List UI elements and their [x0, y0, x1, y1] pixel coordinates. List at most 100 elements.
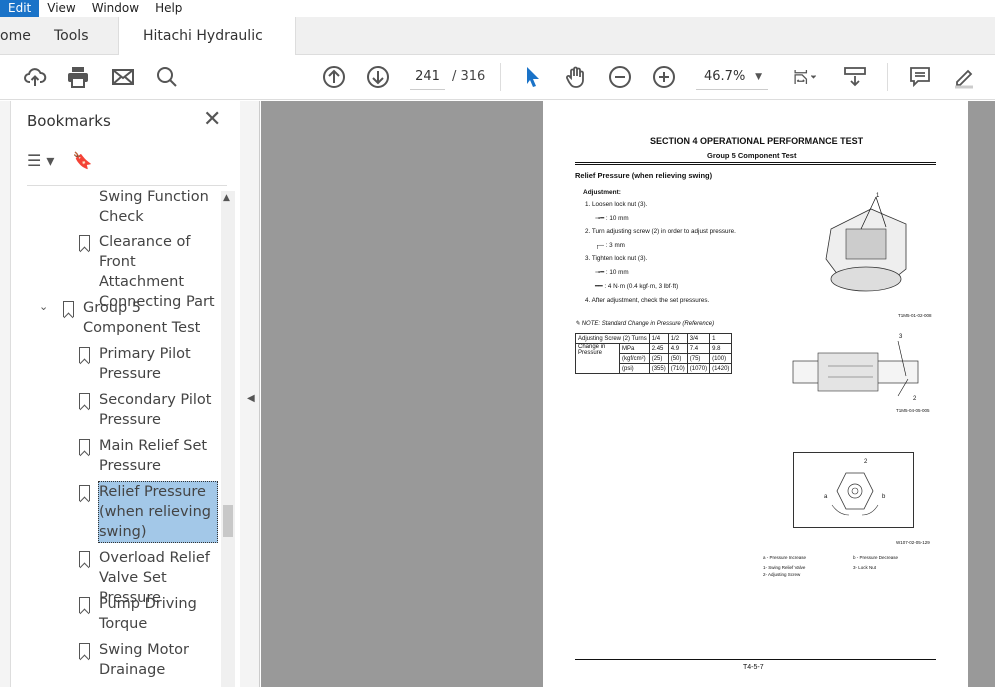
- bookmarks-title: Bookmarks: [27, 112, 111, 130]
- swing-motor-illustration: [825, 196, 907, 292]
- menu-bar: Edit View Window Help: [0, 0, 995, 17]
- table-cell: (25): [648, 353, 669, 364]
- table-row: Adjusting Screw (2) Turns 1/4 1/2 3/4 1: [575, 333, 733, 344]
- hex-key-icon: ┌─: [595, 242, 606, 249]
- tab-document[interactable]: Hitachi Hydraulic Ex...×: [118, 17, 296, 82]
- zoom-in-icon[interactable]: [651, 65, 677, 91]
- find-bookmark-icon[interactable]: 🔖: [72, 151, 92, 170]
- table-cell: (710): [667, 363, 688, 374]
- adjustment-label: Adjustment:: [583, 189, 621, 196]
- legend-item: b - Pressure Decrease: [853, 555, 899, 560]
- search-icon[interactable]: [154, 65, 180, 91]
- bookmark-secondary-pilot[interactable]: Secondary Pilot Pressure: [99, 390, 224, 430]
- step-3: 3. Tighten lock nut (3).: [585, 255, 648, 262]
- next-page-icon[interactable]: [365, 65, 391, 91]
- chevron-down-icon[interactable]: ⌄: [39, 300, 48, 313]
- callout: b: [882, 494, 886, 500]
- options-menu-icon[interactable]: ☰ ▾: [27, 151, 54, 170]
- bookmark-main-relief[interactable]: Main Relief Set Pressure: [99, 436, 224, 476]
- callout: a: [824, 494, 828, 500]
- torque-spec-text: : 4 N·m (0.4 kgf·m, 3 lbf·ft): [604, 283, 679, 290]
- table-cell: 2.45: [648, 343, 669, 354]
- callout: 3: [899, 334, 903, 340]
- pressure-table: Adjusting Screw (2) Turns 1/4 1/2 3/4 1 Chan…: [575, 333, 733, 374]
- bookmark-pump-driving-torque[interactable]: Pump Driving Torque: [99, 594, 224, 634]
- menu-window[interactable]: Window: [84, 0, 147, 17]
- step-2: 2. Turn adjusting screw (2) in order to …: [585, 228, 736, 235]
- bookmark-icon: [79, 235, 90, 251]
- figure-id: T1M5-04-05-005: [896, 408, 930, 413]
- page-footer: T4-5-7: [743, 664, 764, 671]
- print-icon[interactable]: [65, 65, 91, 91]
- callout: 1: [876, 193, 880, 199]
- bookmark-icon: [79, 597, 90, 613]
- page-number-input[interactable]: 241: [410, 66, 445, 90]
- hex-key-size-text: : 3 mm: [605, 242, 625, 249]
- wrench-size-text: : 10 mm: [605, 269, 629, 276]
- tab-bar: ome Tools Hitachi Hydraulic Ex...×: [0, 17, 995, 82]
- chevron-down-icon: ▼: [755, 72, 762, 82]
- tab-tools[interactable]: Tools: [54, 17, 89, 55]
- callout: 2: [864, 459, 868, 465]
- read-mode-icon[interactable]: [842, 65, 868, 91]
- document-view: SECTION 4 OPERATIONAL PERFORMANCE TEST G…: [261, 101, 995, 687]
- toolbar: 241 / 316 46.7% ▼: [0, 55, 995, 100]
- previous-page-icon[interactable]: [321, 65, 347, 91]
- wrench-size-text: : 10 mm: [605, 215, 629, 222]
- bookmarks-scrollbar[interactable]: ▲: [221, 191, 235, 687]
- table-cell: Adjusting Screw (2) Turns: [575, 333, 650, 344]
- select-cursor-icon[interactable]: [520, 65, 546, 91]
- bookmark-swing-motor-drainage[interactable]: Swing Motor Drainage: [99, 640, 224, 680]
- zoom-level-select[interactable]: 46.7% ▼: [696, 66, 768, 90]
- heading: Relief Pressure (when relieving swing): [575, 171, 713, 180]
- group-title: Group 5 Component Test: [707, 151, 797, 160]
- scroll-up-icon[interactable]: ▲: [223, 193, 230, 203]
- email-icon[interactable]: [110, 65, 136, 91]
- step-1: 1. Loosen lock nut (3).: [585, 201, 648, 208]
- tab-home[interactable]: ome: [0, 17, 31, 55]
- figure-id: W107-02-05-129: [896, 540, 930, 545]
- upload-cloud-icon[interactable]: [22, 65, 48, 91]
- navigation-pane: Bookmarks ✕ ☰ ▾ 🔖 Swing Function Check C…: [0, 101, 260, 687]
- table-cell: 1/2: [667, 333, 688, 344]
- bookmark-group-5[interactable]: Group 5 Component Test: [83, 298, 208, 338]
- table-cell: (1420): [709, 363, 733, 374]
- table-cell: 9.8: [709, 343, 733, 354]
- fit-page-icon[interactable]: [786, 65, 824, 91]
- section-title: SECTION 4 OPERATIONAL PERFORMANCE TEST: [650, 136, 864, 146]
- collapse-pane-icon[interactable]: ◀: [247, 393, 255, 404]
- bookmark-icon: [79, 551, 90, 567]
- bookmarks-panel: Bookmarks ✕ ☰ ▾ 🔖 Swing Function Check C…: [10, 101, 240, 687]
- pdf-page: SECTION 4 OPERATIONAL PERFORMANCE TEST G…: [543, 101, 968, 687]
- zoom-level-value: 46.7%: [704, 69, 746, 84]
- table-cell: (psi): [619, 363, 650, 374]
- note: ✎ NOTE: Standard Change in Pressure (Ref…: [575, 320, 714, 327]
- legend-item: 1- Swing Relief Valve: [763, 565, 806, 570]
- callout: 2: [913, 396, 917, 402]
- wrench-size-2: ⊸━ : 10 mm: [595, 269, 629, 276]
- hand-tool-icon[interactable]: [563, 65, 589, 91]
- zoom-out-icon[interactable]: [607, 65, 633, 91]
- menu-edit[interactable]: Edit: [0, 0, 40, 17]
- table-cell: 3/4: [686, 333, 711, 344]
- note-text: NOTE: Standard Change in Pressure (Refer…: [581, 321, 715, 327]
- menu-help[interactable]: Help: [147, 0, 190, 17]
- bookmark-primary-pilot[interactable]: Primary Pilot Pressure: [99, 344, 224, 384]
- close-icon[interactable]: ✕: [203, 107, 221, 132]
- bookmark-icon: [79, 643, 90, 659]
- bookmark-icon: [79, 393, 90, 409]
- table-cell: (100): [709, 353, 733, 364]
- table-cell: 1: [709, 333, 733, 344]
- bookmark-tools: ☰ ▾ 🔖: [27, 151, 92, 170]
- table-cell: (50): [667, 353, 688, 364]
- menu-view[interactable]: View: [39, 0, 83, 17]
- bookmark-icon: [79, 485, 90, 501]
- table-cell: (75): [686, 353, 711, 364]
- bookmark-relief-swing-selected[interactable]: Relief Pressure (when relieving swing): [98, 481, 218, 543]
- scrollbar-thumb[interactable]: [223, 505, 233, 537]
- comment-icon[interactable]: [907, 65, 933, 91]
- divider: [887, 63, 888, 91]
- highlight-pen-icon[interactable]: [951, 65, 977, 91]
- pencil-icon: ✎: [575, 321, 582, 327]
- bookmark-swing-function-check[interactable]: Swing Function Check: [99, 187, 224, 227]
